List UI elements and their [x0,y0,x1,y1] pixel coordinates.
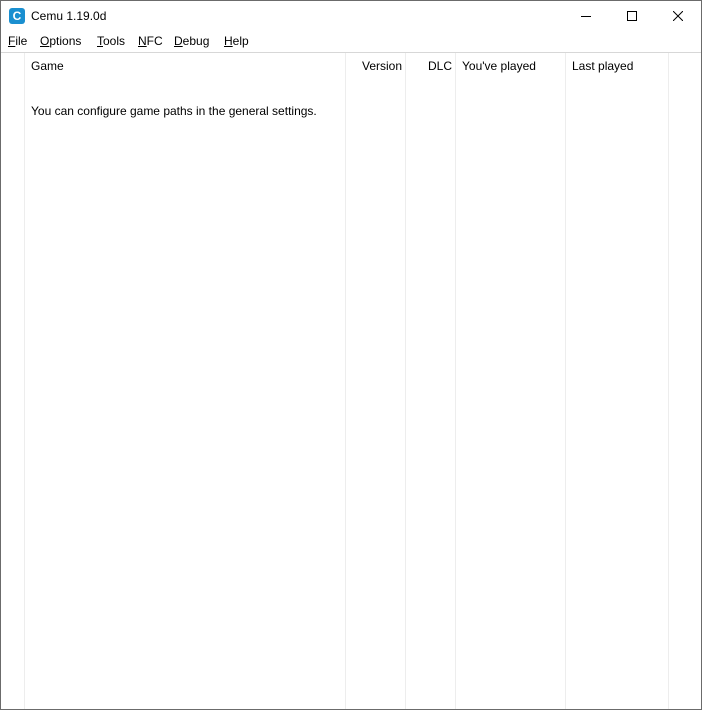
close-button[interactable] [655,1,701,31]
menu-options[interactable]: Options [40,34,81,48]
close-icon [673,11,683,21]
game-list[interactable]: Game Version DLC You've played Last play… [1,52,701,709]
title-bar[interactable]: C Cemu 1.19.0d [1,1,701,31]
menu-bar: File Options Tools NFC Debug Help [1,31,701,51]
column-header-last-played[interactable]: Last played [572,59,633,73]
menu-tools[interactable]: Tools [97,34,125,48]
column-separator[interactable] [405,53,406,709]
column-separator[interactable] [455,53,456,709]
cemu-main-window: C Cemu 1.19.0d File Options Tools NFC De… [0,0,702,710]
column-separator[interactable] [668,53,669,709]
column-separator [24,53,25,709]
minimize-icon [581,16,591,17]
column-header-youve-played[interactable]: You've played [462,59,536,73]
column-separator[interactable] [565,53,566,709]
cemu-app-icon: C [9,8,25,24]
menu-debug[interactable]: Debug [174,34,209,48]
menu-file[interactable]: File [8,34,27,48]
minimize-button[interactable] [563,1,609,31]
empty-list-message: You can configure game paths in the gene… [31,104,317,118]
column-separator[interactable] [345,53,346,709]
column-header-game[interactable]: Game [31,59,64,73]
column-header-version[interactable]: Version [362,59,402,73]
window-title: Cemu 1.19.0d [31,9,107,23]
column-header-dlc[interactable]: DLC [428,59,452,73]
maximize-button[interactable] [609,1,655,31]
maximize-icon [627,11,637,21]
menu-nfc[interactable]: NFC [138,34,163,48]
menu-help[interactable]: Help [224,34,249,48]
